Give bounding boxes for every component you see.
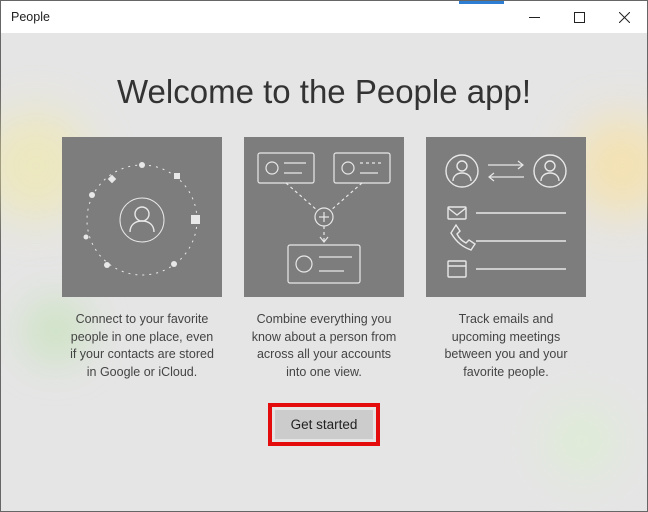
card-caption: Connect to your favorite people in one p… (62, 311, 222, 381)
card-combine: Combine everything you know about a pers… (244, 137, 404, 381)
cards-row: Connect to your favorite people in one p… (61, 137, 587, 381)
track-illustration (426, 137, 586, 297)
card-caption: Track emails and upcoming meetings betwe… (426, 311, 586, 381)
cta-area: Get started (61, 403, 587, 446)
maximize-button[interactable] (557, 1, 602, 33)
window-controls (512, 1, 647, 33)
card-track: Track emails and upcoming meetings betwe… (426, 137, 586, 381)
welcome-content: Welcome to the People app! (1, 33, 647, 446)
titlebar: People (1, 1, 647, 33)
card-connect: Connect to your favorite people in one p… (62, 137, 222, 381)
card-caption: Combine everything you know about a pers… (244, 311, 404, 381)
get-started-button[interactable]: Get started (275, 410, 374, 439)
minimize-button[interactable] (512, 1, 557, 33)
combine-illustration (244, 137, 404, 297)
accent-bar (459, 1, 504, 4)
close-button[interactable] (602, 1, 647, 33)
connect-illustration (62, 137, 222, 297)
window-title: People (1, 10, 50, 24)
page-title: Welcome to the People app! (61, 73, 587, 111)
cta-highlight: Get started (268, 403, 381, 446)
